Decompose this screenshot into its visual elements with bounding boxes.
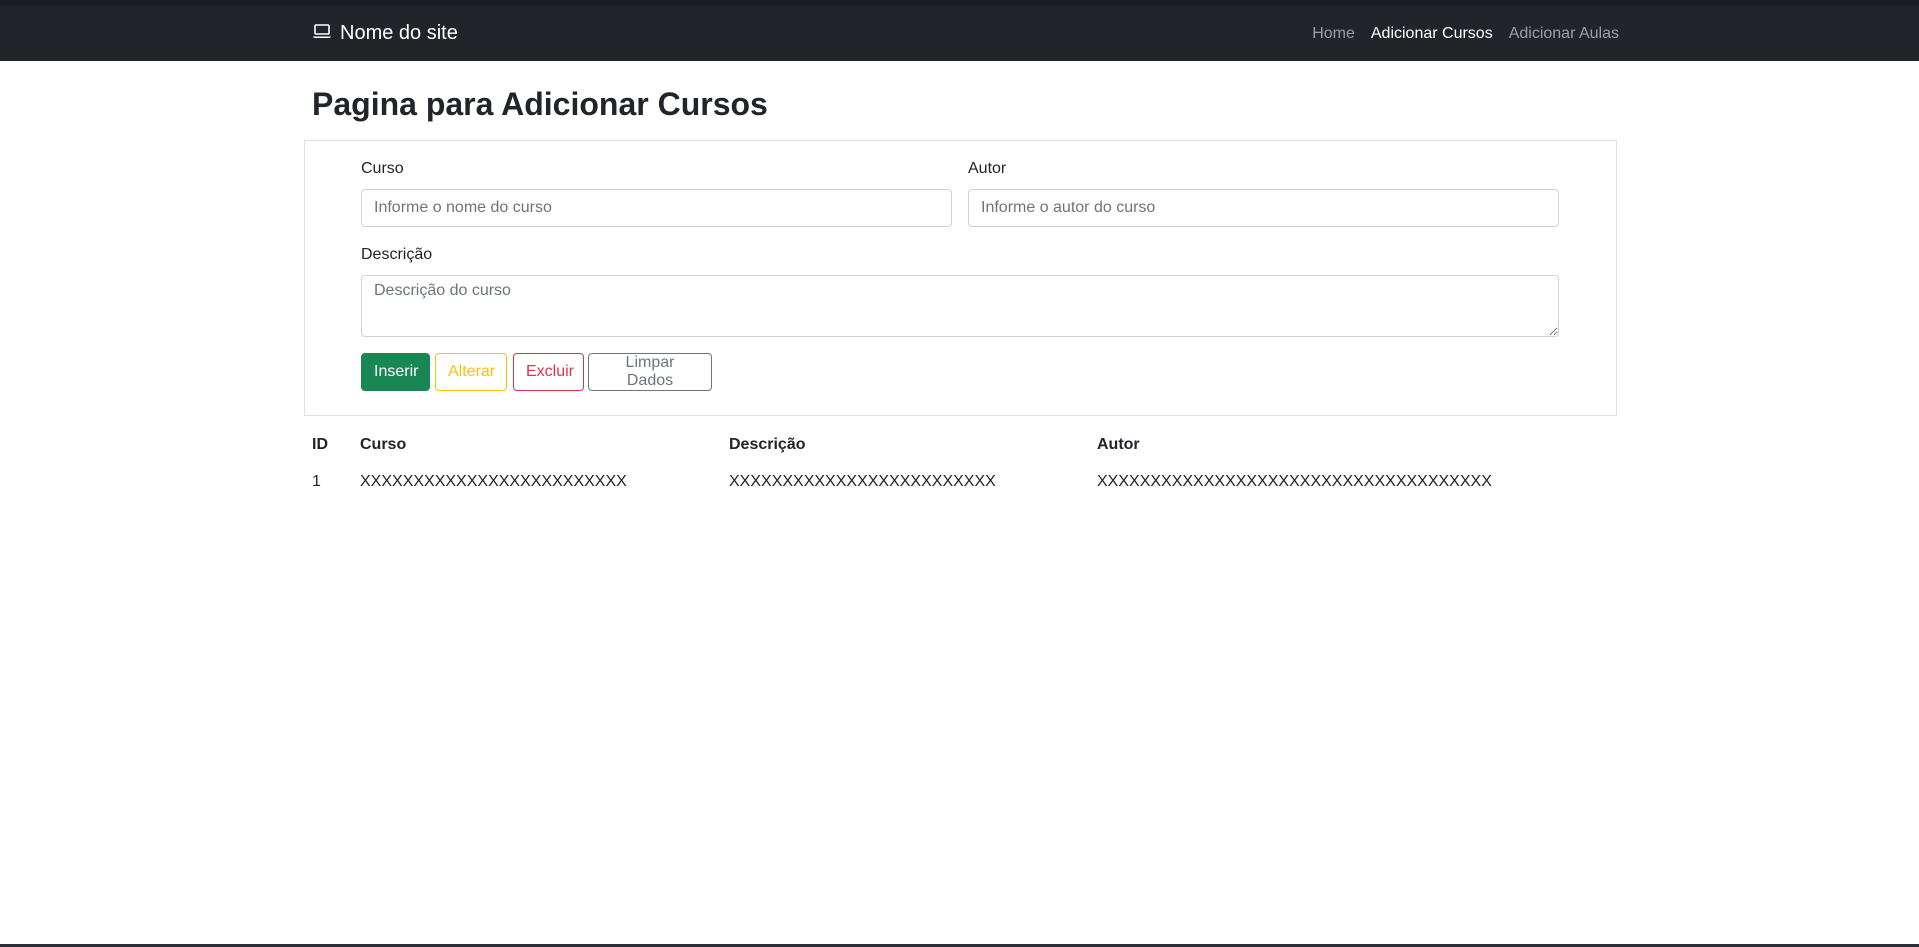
curso-input[interactable] [361,189,952,227]
nav-link-adicionar-aulas[interactable]: Adicionar Aulas [1509,25,1619,43]
navbar: Nome do site Home Adicionar Cursos Adici… [0,6,1919,61]
clear-button[interactable]: Limpar Dados [588,353,712,391]
table-row[interactable]: 1 XXXXXXXXXXXXXXXXXXXXXXXXX XXXXXXXXXXXX… [304,462,1617,502]
delete-button[interactable]: Excluir [513,353,584,391]
cell-id: 1 [312,473,321,490]
nav-link-home[interactable]: Home [1312,25,1355,43]
laptop-icon [312,21,332,47]
table-header-row: ID Curso Descrição Autor [304,428,1617,462]
nav-links: Home Adicionar Cursos Adicionar Aulas [1312,6,1619,61]
header-id: ID [312,436,328,453]
brand-label: Nome do site [340,22,458,44]
update-button[interactable]: Alterar [435,353,507,391]
descricao-label: Descrição [361,246,433,263]
page-title: Pagina para Adicionar Cursos [312,86,768,122]
cell-autor: XXXXXXXXXXXXXXXXXXXXXXXXXXXXXXXXXXXXX [1097,473,1492,490]
insert-button[interactable]: Inserir [361,353,430,391]
courses-table: ID Curso Descrição Autor 1 XXXXXXXXXXXXX… [304,428,1617,502]
cell-descricao: XXXXXXXXXXXXXXXXXXXXXXXXX [729,473,996,490]
header-autor: Autor [1097,436,1140,453]
navbar-brand[interactable]: Nome do site [312,6,458,61]
cell-curso: XXXXXXXXXXXXXXXXXXXXXXXXX [360,473,627,490]
autor-label: Autor [968,160,1007,177]
header-curso: Curso [360,436,407,453]
autor-input[interactable] [968,189,1559,227]
header-descricao: Descrição [729,436,806,453]
curso-label: Curso [361,160,404,177]
descricao-textarea[interactable] [361,275,1559,337]
nav-link-adicionar-cursos[interactable]: Adicionar Cursos [1371,25,1493,43]
